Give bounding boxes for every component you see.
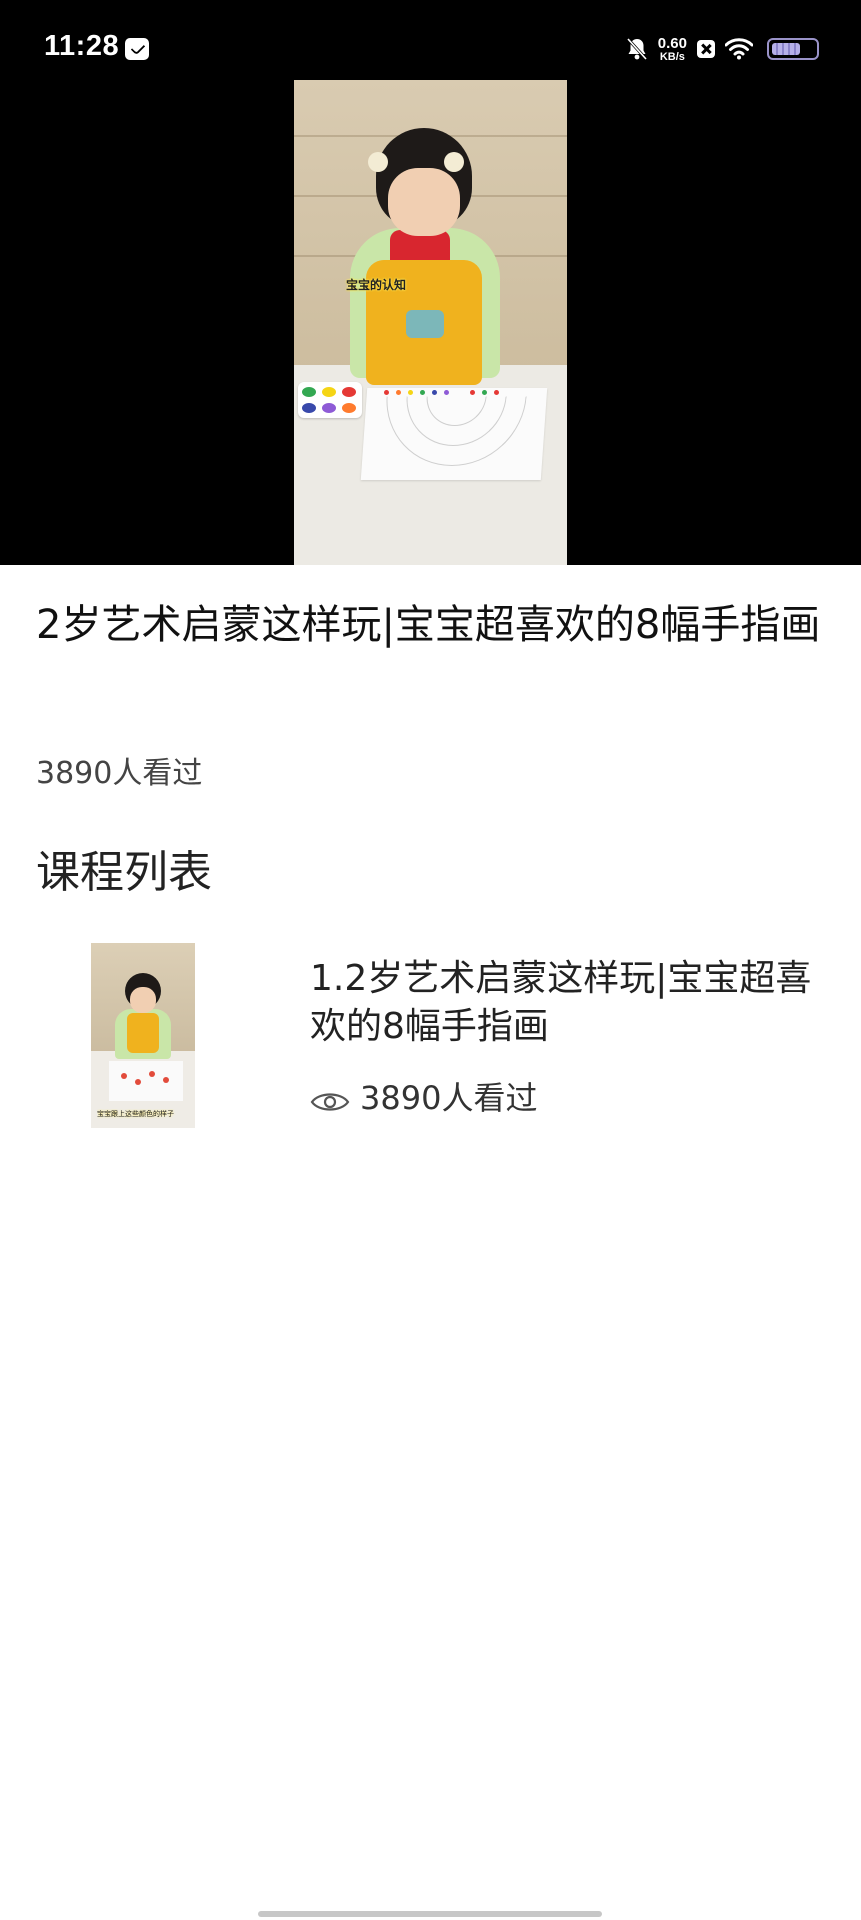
home-indicator[interactable] bbox=[258, 1911, 602, 1917]
status-time: 11:28 bbox=[44, 30, 120, 62]
battery-icon bbox=[767, 38, 819, 60]
network-speed-value: 0.60 bbox=[657, 34, 687, 52]
course-page: 11:28 0.60 KB/s 宝宝的认知 2岁艺术启蒙这样玩|宝宝超喜欢的8幅… bbox=[0, 0, 861, 1920]
bell-muted-icon bbox=[626, 37, 648, 61]
network-speed-unit: KB/s bbox=[659, 50, 685, 63]
video-frame[interactable]: 宝宝的认知 bbox=[294, 80, 567, 565]
course-view-count: 3890人看过 bbox=[36, 756, 203, 791]
network-speed: 0.60 KB/s bbox=[658, 36, 687, 63]
lesson-title[interactable]: 1.2岁艺术启蒙这样玩|宝宝超喜欢的8幅手指画 bbox=[310, 955, 830, 1051]
lesson-view-count: 3890人看过 bbox=[360, 1079, 538, 1117]
lesson-thumbnail-caption: 宝宝跟上这些颜色的样子 bbox=[97, 1110, 174, 1118]
status-icons: 0.60 KB/s bbox=[626, 34, 819, 64]
close-box-icon bbox=[697, 40, 715, 58]
wifi-icon bbox=[724, 38, 754, 60]
eye-icon bbox=[310, 1084, 350, 1111]
video-player-area[interactable]: 11:28 0.60 KB/s 宝宝的认知 bbox=[0, 0, 861, 565]
message-icon bbox=[125, 38, 149, 60]
course-title: 2岁艺术启蒙这样玩|宝宝超喜欢的8幅手指画 bbox=[36, 602, 821, 648]
battery-level bbox=[772, 43, 800, 55]
video-overlay-subtitle: 宝宝的认知 bbox=[346, 278, 407, 292]
lesson-list-item[interactable]: 宝宝跟上这些颜色的样子 1.2岁艺术启蒙这样玩|宝宝超喜欢的8幅手指画 3890… bbox=[0, 935, 861, 1135]
lesson-list-heading: 课程列表 bbox=[36, 847, 212, 898]
status-bar: 11:28 0.60 KB/s bbox=[0, 0, 861, 80]
drawing-paper-image bbox=[360, 388, 548, 480]
paint-palette-image bbox=[298, 382, 362, 418]
lesson-meta: 3890人看过 bbox=[310, 1073, 537, 1119]
lesson-thumbnail[interactable]: 宝宝跟上这些颜色的样子 bbox=[91, 943, 195, 1128]
